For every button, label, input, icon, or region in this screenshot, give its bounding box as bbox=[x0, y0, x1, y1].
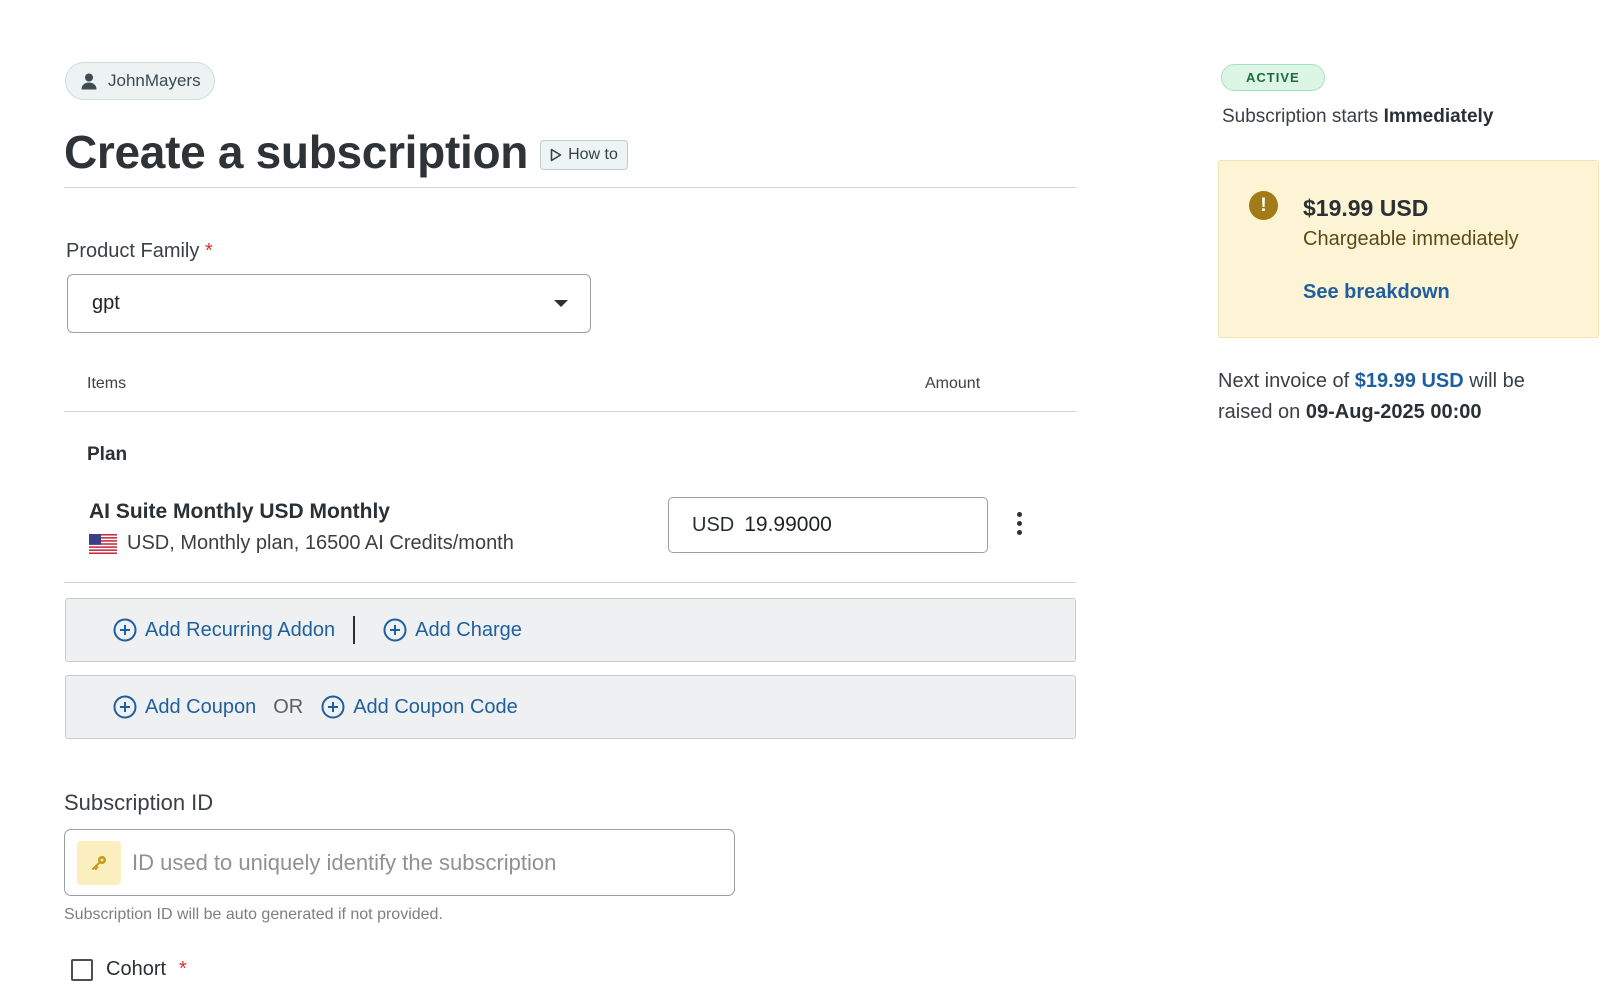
items-column-header: Items bbox=[87, 375, 127, 392]
add-coupon-button[interactable]: Add Coupon bbox=[113, 695, 256, 719]
required-mark: * bbox=[204, 240, 213, 262]
how-to-button[interactable]: How to bbox=[540, 140, 628, 170]
header-divider bbox=[64, 411, 1076, 412]
subscription-summary: ACTIVE Subscription starts Immediately !… bbox=[1218, 0, 1620, 1004]
next-invoice-prefix: Next invoice of bbox=[1218, 370, 1350, 392]
plan-details-text: USD, Monthly plan, 16500 AI Credits/mont… bbox=[127, 532, 514, 554]
amount-currency: USD bbox=[692, 513, 735, 536]
start-value: Immediately bbox=[1383, 106, 1494, 127]
next-invoice-date: 09-Aug-2025 00:00 bbox=[1305, 401, 1482, 423]
subscription-id-field[interactable] bbox=[64, 829, 735, 896]
next-invoice-amount: $19.99 USD bbox=[1354, 370, 1464, 392]
chevron-down-icon bbox=[554, 300, 568, 307]
status-badge: ACTIVE bbox=[1221, 64, 1325, 91]
coupon-actions-bar: Add Coupon OR Add Coupon Code bbox=[65, 675, 1076, 739]
key-icon bbox=[77, 840, 121, 885]
title-row: Create a subscription How to bbox=[64, 118, 628, 186]
cohort-checkbox-row[interactable]: Cohort * bbox=[71, 958, 187, 981]
addon-actions-bar: Add Recurring Addon Add Charge bbox=[65, 598, 1076, 662]
plus-circle-icon bbox=[113, 695, 137, 719]
amount-input[interactable] bbox=[744, 513, 945, 537]
add-recurring-addon-label: Add Recurring Addon bbox=[145, 618, 336, 641]
add-coupon-code-label: Add Coupon Code bbox=[353, 695, 518, 718]
cohort-checkbox[interactable] bbox=[71, 958, 93, 981]
product-family-label-text: Product Family bbox=[66, 240, 200, 262]
title-divider bbox=[64, 187, 1076, 188]
add-charge-label: Add Charge bbox=[415, 618, 522, 641]
next-invoice-info: Next invoice of $19.99 USD will be raise… bbox=[1218, 366, 1578, 428]
subscription-id-hint: Subscription ID will be auto generated i… bbox=[64, 906, 443, 923]
page-title: Create a subscription bbox=[64, 126, 529, 178]
product-family-select[interactable]: gpt bbox=[67, 274, 591, 333]
user-icon bbox=[81, 73, 97, 90]
charge-card: ! $19.99 USD Chargeable immediately See … bbox=[1218, 160, 1599, 338]
plan-name: AI Suite Monthly USD Monthly bbox=[89, 500, 390, 523]
amount-column-header: Amount bbox=[925, 375, 981, 392]
see-breakdown-link[interactable]: See breakdown bbox=[1303, 281, 1450, 304]
plan-section-label: Plan bbox=[87, 444, 128, 465]
charge-note: Chargeable immediately bbox=[1303, 228, 1519, 250]
separator bbox=[353, 616, 356, 644]
exclamation-icon: ! bbox=[1249, 191, 1278, 220]
plus-circle-icon bbox=[113, 618, 137, 642]
user-chip[interactable]: JohnMayers bbox=[65, 62, 215, 100]
start-prefix: Subscription starts bbox=[1222, 106, 1379, 127]
add-recurring-addon-button[interactable]: Add Recurring Addon bbox=[113, 618, 335, 642]
add-charge-button[interactable]: Add Charge bbox=[383, 618, 522, 642]
product-family-value: gpt bbox=[92, 292, 120, 314]
product-family-label: Product Family * bbox=[66, 240, 213, 263]
kebab-menu-icon[interactable] bbox=[1009, 508, 1029, 538]
subscription-id-label: Subscription ID bbox=[64, 790, 214, 815]
plan-details: USD, Monthly plan, 16500 AI Credits/mont… bbox=[89, 532, 514, 555]
plan-amount-field[interactable]: USD bbox=[668, 497, 988, 553]
user-name: JohnMayers bbox=[108, 71, 201, 90]
play-icon bbox=[550, 148, 562, 162]
start-info: Subscription starts Immediately bbox=[1222, 106, 1493, 128]
plus-circle-icon bbox=[321, 695, 345, 719]
cohort-label: Cohort bbox=[106, 958, 167, 980]
create-subscription-form: JohnMayers Create a subscription How to … bbox=[64, 0, 1076, 1004]
subscription-id-input[interactable] bbox=[132, 849, 712, 876]
add-coupon-code-button[interactable]: Add Coupon Code bbox=[321, 695, 518, 719]
us-flag-icon bbox=[89, 533, 117, 554]
charge-amount: $19.99 USD bbox=[1303, 195, 1429, 221]
plus-circle-icon bbox=[383, 618, 407, 642]
how-to-label: How to bbox=[568, 146, 618, 163]
required-mark: * bbox=[179, 958, 187, 980]
or-text: OR bbox=[273, 695, 304, 718]
plan-divider bbox=[64, 582, 1076, 583]
add-coupon-label: Add Coupon bbox=[145, 695, 257, 718]
